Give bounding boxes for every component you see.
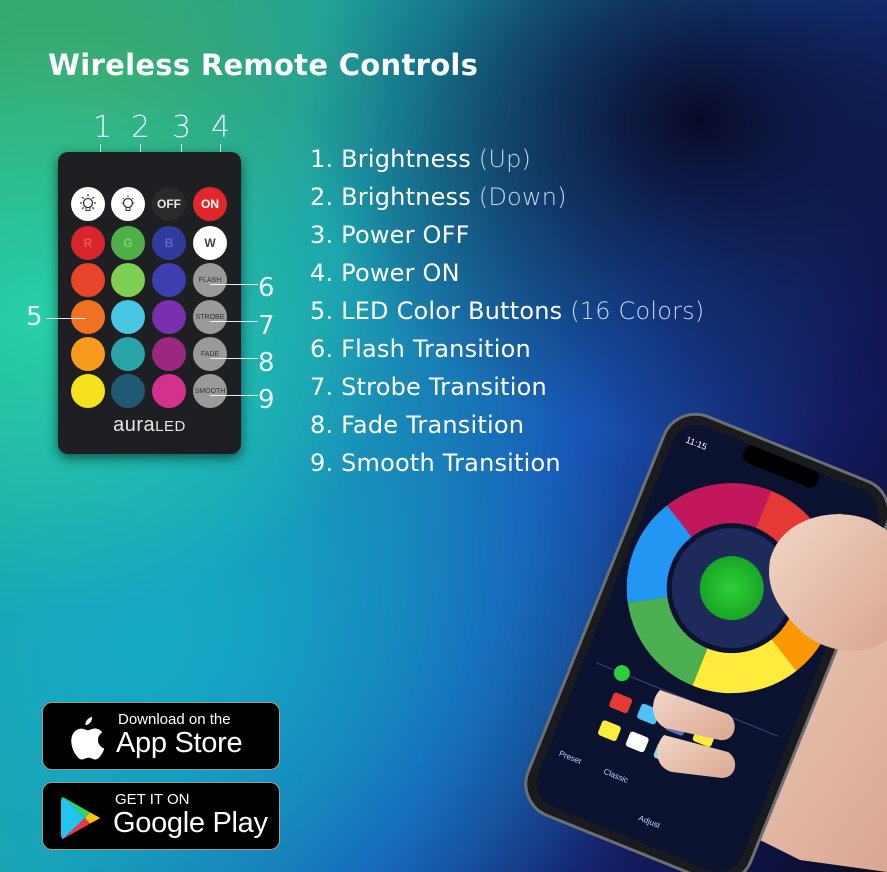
red-button[interactable]: R [71,226,105,260]
feature-list: 1. Brightness (Up) 2. Brightness (Down) … [310,145,704,487]
flash-button[interactable]: FLASH [193,263,227,297]
color-button[interactable] [152,374,186,408]
feature-label: 9. Smooth Transition [310,449,561,477]
feature-note: (Up) [470,145,532,173]
callout-1: 1 [93,110,113,145]
remote-control: OFF ON R G B W FLASH STROBE FADE SMOOTH … [58,152,241,454]
blue-button[interactable]: B [152,226,186,260]
callout-8: 8 [258,348,275,378]
color-button[interactable] [111,337,145,371]
google-play-big-text: Google Play [113,807,268,839]
bulb-dim-icon [121,195,135,211]
green-button[interactable]: G [111,226,145,260]
google-play-small-text: GET IT ON [115,791,190,808]
apple-logo-icon [71,717,105,760]
bulb-bright-icon [80,194,96,211]
callout-line-8 [210,358,258,359]
brand-name: aura [113,414,156,436]
feature-item: 8. Fade Transition [310,411,704,449]
color-button[interactable] [111,263,145,297]
color-button[interactable] [71,263,105,297]
feature-label: 3. Power OFF [310,221,470,249]
color-button[interactable] [152,263,186,297]
feature-item: 6. Flash Transition [310,335,704,373]
fade-button[interactable]: FADE [193,337,227,371]
feature-label: 4. Power ON [310,259,460,287]
feature-label: 2. Brightness [310,183,471,211]
phone-menu-adjust: Adjust [637,813,662,830]
feature-label: 8. Fade Transition [310,411,525,439]
callout-3: 3 [172,110,192,145]
feature-item: 4. Power ON [310,259,704,297]
feature-item: 3. Power OFF [310,221,704,259]
strobe-button[interactable]: STROBE [193,300,227,334]
app-store-big-text: App Store [116,727,243,759]
page-title: Wireless Remote Controls [48,48,479,82]
feature-item: 7. Strobe Transition [310,373,704,411]
brand-suffix: LED [155,418,186,435]
color-button[interactable] [71,337,105,371]
feature-item: 2. Brightness (Down) [310,183,704,221]
color-button[interactable] [152,300,186,334]
callout-line-9 [210,395,258,396]
feature-label: 5. LED Color Buttons [310,297,563,325]
feature-note: (Down) [470,183,567,211]
color-button[interactable] [111,374,145,408]
feature-note: (16 Colors) [562,297,705,325]
power-off-button[interactable]: OFF [152,187,186,221]
callout-4: 4 [211,110,231,145]
google-play-logo-icon [61,797,100,839]
phone-menu-classic: Classic [602,767,629,785]
power-on-button[interactable]: ON [193,187,227,221]
google-play-badge[interactable]: GET IT ON Google Play [42,782,280,850]
app-store-small-text: Download on the [118,711,231,728]
callout-line-5 [46,318,86,319]
feature-item: 1. Brightness (Up) [310,145,704,183]
callout-9: 9 [258,385,275,415]
callout-5: 5 [26,302,43,332]
feature-label: 7. Strobe Transition [310,373,547,401]
feature-item: 5. LED Color Buttons (16 Colors) [310,297,704,335]
color-button[interactable] [71,300,105,334]
smooth-button[interactable]: SMOOTH [193,374,227,408]
callout-line-7 [210,321,258,322]
brand-logo: auraLED [58,414,241,437]
callout-7: 7 [258,311,275,341]
callout-2: 2 [131,110,151,145]
app-store-badge[interactable]: Download on the App Store [42,702,280,770]
brightness-up-button[interactable] [71,187,105,221]
color-button[interactable] [71,374,105,408]
callout-6: 6 [258,273,275,303]
color-button[interactable] [152,337,186,371]
brightness-down-button[interactable] [111,187,145,221]
feature-item: 9. Smooth Transition [310,449,704,487]
feature-label: 1. Brightness [310,145,471,173]
callout-line-6 [210,284,258,285]
color-button[interactable] [111,300,145,334]
white-button[interactable]: W [193,226,227,260]
feature-label: 6. Flash Transition [310,335,531,363]
phone-menu-preset: Preset [558,749,584,766]
